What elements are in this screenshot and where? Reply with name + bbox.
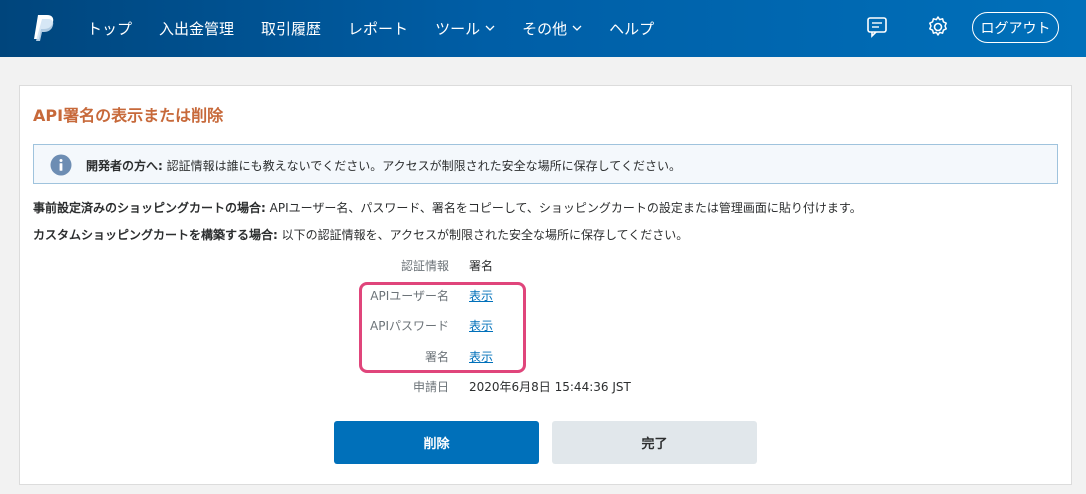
request-date-label: 申請日 xyxy=(412,380,449,394)
info-message: 開発者の方へ: 認証情報は誰にも教えないでください。アクセスが制限された安全な場… xyxy=(86,157,681,174)
top-navigation-bar: トップ 入出金管理 取引履歴 レポート ツール その他 ヘルプ ログアウト xyxy=(0,0,1086,57)
info-icon xyxy=(50,154,72,176)
nav-item-money[interactable]: 入出金管理 xyxy=(159,18,234,39)
instruction-text: 以下の認証情報を、アクセスが制限された安全な場所に保存してください。 xyxy=(277,228,689,242)
nav-item-label: その他 xyxy=(522,20,568,38)
credentials-card: API署名の表示または削除 開発者の方へ: 認証情報は誰にも教えないでください。… xyxy=(19,85,1072,485)
logout-button[interactable]: ログアウト xyxy=(972,12,1059,43)
chevron-down-icon xyxy=(572,25,582,31)
nav-item-label: トップ xyxy=(87,20,133,38)
api-signature-label: 署名 xyxy=(424,350,449,364)
main-nav: トップ 入出金管理 取引履歴 レポート ツール その他 ヘルプ xyxy=(87,0,681,57)
nav-item-activity[interactable]: 取引履歴 xyxy=(261,18,321,39)
api-password-label: APIパスワード xyxy=(370,319,449,333)
chevron-down-icon xyxy=(485,25,495,31)
delete-button-label: 削除 xyxy=(423,437,450,452)
api-username-label: APIユーザー名 xyxy=(370,289,449,303)
show-api-password-link[interactable]: 表示 xyxy=(469,317,493,334)
logout-label: ログアウト xyxy=(980,20,1051,37)
nav-item-tools[interactable]: ツール xyxy=(435,18,495,39)
nav-item-top[interactable]: トップ xyxy=(87,18,132,39)
done-button-label: 完了 xyxy=(641,437,668,452)
nav-item-label: レポート xyxy=(348,20,409,38)
credential-type-value: 署名 xyxy=(469,259,494,273)
custom-cart-instructions: カスタムショッピングカートを構築する場合: 以下の認証情報を、アクセスが制限され… xyxy=(33,226,688,243)
delete-button[interactable]: 削除 xyxy=(334,421,539,464)
nav-item-label: ツール xyxy=(435,20,481,38)
nav-item-reports[interactable]: レポート xyxy=(348,18,408,39)
instruction-text: APIユーザー名、パスワード、署名をコピーして、ショッピングカートの設定または管… xyxy=(265,201,862,215)
info-banner: 開発者の方へ: 認証情報は誰にも教えないでください。アクセスが制限された安全な場… xyxy=(33,144,1058,184)
nav-item-more[interactable]: その他 xyxy=(522,18,582,39)
preconfigured-cart-instructions: 事前設定済みのショッピングカートの場合: APIユーザー名、パスワード、署名をコ… xyxy=(33,199,862,216)
nav-item-help[interactable]: ヘルプ xyxy=(609,18,654,39)
message-icon[interactable] xyxy=(865,16,889,38)
info-message-bold: 開発者の方へ: xyxy=(86,159,163,173)
nav-item-label: ヘルプ xyxy=(609,20,655,38)
nav-item-label: 取引履歴 xyxy=(261,20,322,38)
info-message-text: 認証情報は誰にも教えないでください。アクセスが制限された安全な場所に保存してくだ… xyxy=(162,159,681,173)
show-api-username-link[interactable]: 表示 xyxy=(469,287,493,304)
credential-type-label: 認証情報 xyxy=(400,259,449,273)
instruction-bold: カスタムショッピングカートを構築する場合: xyxy=(33,228,278,242)
show-api-signature-link[interactable]: 表示 xyxy=(469,348,493,365)
paypal-logo[interactable] xyxy=(32,14,56,42)
page-title: API署名の表示または削除 xyxy=(33,106,224,125)
request-date-value: 2020年6月8日 15:44:36 JST xyxy=(469,380,631,394)
nav-item-label: 入出金管理 xyxy=(159,20,235,38)
done-button[interactable]: 完了 xyxy=(552,421,757,464)
instruction-bold: 事前設定済みのショッピングカートの場合: xyxy=(33,201,266,215)
gear-icon[interactable] xyxy=(926,15,950,39)
